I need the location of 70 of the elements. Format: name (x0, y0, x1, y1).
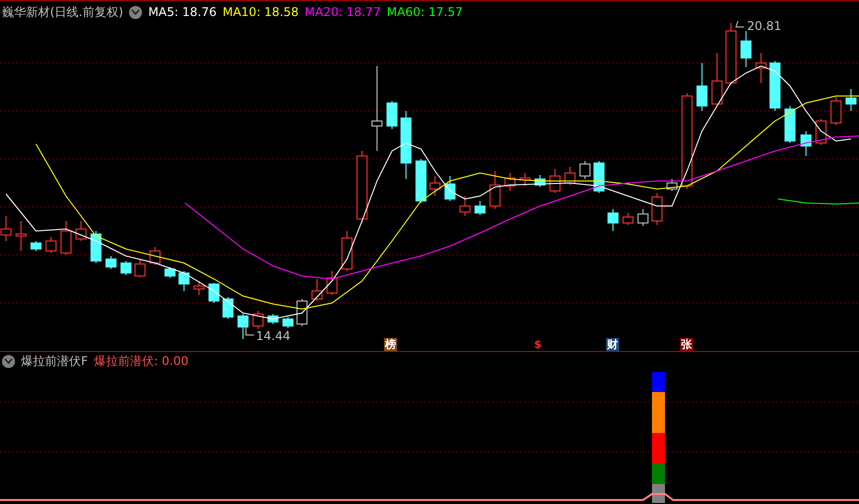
low-price-label: 14.44 (256, 330, 290, 342)
candlestick (712, 52, 722, 106)
candlestick (178, 270, 190, 292)
candlestick (164, 266, 176, 278)
moving-average-value: MA10: 18.58 (222, 4, 299, 21)
event-marker[interactable]: 财 (606, 338, 619, 351)
candlestick (30, 240, 42, 252)
candlestick (534, 174, 546, 188)
candlestick (696, 62, 708, 112)
indicator-value: 爆拉前潜伏: 0.00 (94, 353, 188, 370)
event-marker[interactable]: 张 (680, 338, 693, 351)
chart-title: 巍华新材(日线.前复权) (2, 4, 124, 21)
candlestick (150, 246, 160, 266)
candlestick (312, 278, 322, 302)
moving-average-value: MA60: 17.57 (386, 4, 463, 21)
candlestick (60, 220, 72, 256)
event-marker[interactable]: $ (533, 338, 543, 351)
candlestick (520, 172, 530, 186)
candlestick (726, 22, 736, 86)
candlestick (134, 258, 146, 278)
candlestick (638, 208, 648, 226)
candlestick (106, 256, 116, 270)
candlestick (222, 296, 234, 320)
moving-average-value: MA5: 18.76 (148, 4, 217, 21)
dropdown-icon[interactable] (129, 6, 142, 18)
candlestick (430, 176, 440, 196)
candlestick (666, 178, 678, 192)
candlestick (740, 30, 752, 68)
event-marker[interactable]: 榜 (384, 338, 397, 351)
candlestick (756, 52, 766, 84)
high-price-label: 20.81 (747, 20, 782, 32)
candlestick (444, 176, 456, 202)
candlestick (830, 96, 842, 126)
pointer-line (246, 322, 254, 336)
candlestick (846, 88, 856, 112)
candlestick (416, 158, 426, 204)
moving-average-value: MA20: 18.77 (304, 4, 381, 21)
candlestick (76, 220, 86, 242)
candlestick (490, 170, 500, 210)
candlestick (16, 220, 26, 252)
candlestick (46, 236, 56, 254)
candlestick (460, 196, 470, 216)
candlestick (386, 100, 398, 130)
candlestick (652, 192, 662, 226)
dropdown-icon[interactable] (2, 354, 15, 368)
candlestick (580, 160, 590, 180)
candlestick (608, 208, 618, 232)
candlestick (282, 316, 294, 328)
candlestick (564, 166, 576, 186)
candlestick (550, 168, 560, 194)
candlestick (504, 172, 516, 192)
pointer-line (735, 20, 744, 28)
candlestick (784, 106, 796, 144)
candlestick (326, 270, 338, 296)
candlestick (296, 298, 308, 326)
candlestick (800, 130, 812, 156)
candlestick (90, 230, 102, 264)
indicator-title: 爆拉前潜伏F (21, 353, 88, 370)
candlestick (194, 280, 204, 296)
candlestick (622, 212, 634, 226)
candlestick (238, 314, 248, 340)
candlestick (474, 200, 486, 216)
candlestick (342, 230, 352, 272)
candlestick (770, 60, 780, 112)
candlestick (268, 314, 278, 324)
candlestick (208, 282, 220, 304)
candlestick (120, 260, 132, 276)
candlestick (594, 160, 604, 194)
candlestick (400, 110, 412, 180)
candlestick (252, 310, 264, 330)
